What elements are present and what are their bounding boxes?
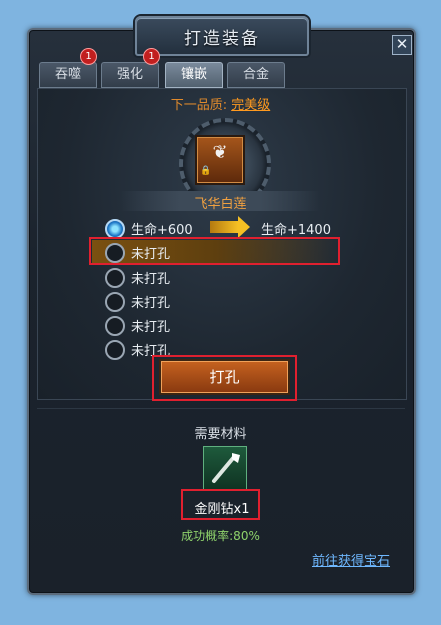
lock-icon: 🔒 xyxy=(200,166,212,176)
close-icon: ✕ xyxy=(395,35,409,53)
gem-slot-radio[interactable] xyxy=(105,268,125,288)
next-quality-value[interactable]: 完美级 xyxy=(231,98,270,113)
highlight-box xyxy=(89,237,340,265)
gem-slot-label: 未打孔 xyxy=(131,272,171,287)
gem-slot-stat: 生命+600 xyxy=(131,223,193,238)
gem-slot-radio[interactable] xyxy=(105,340,125,360)
close-button[interactable]: ✕ xyxy=(392,35,412,55)
tab-inlay[interactable]: 镶嵌 xyxy=(165,62,223,88)
success-rate: 成功概率:80% xyxy=(181,529,260,543)
materials-label: 需要材料 xyxy=(194,427,247,442)
gem-slot-radio[interactable] xyxy=(105,219,125,239)
window-title: 打造装备 xyxy=(184,29,260,49)
material-slot[interactable] xyxy=(203,446,247,490)
get-gems-link[interactable]: 前往获得宝石 xyxy=(312,550,390,569)
divider xyxy=(37,408,405,409)
diamond-drill-icon xyxy=(212,453,240,483)
next-quality: 下一品质: 完美级 xyxy=(0,94,441,113)
title-plate: 打造装备 xyxy=(135,16,309,56)
gem-slot-label: 未打孔 xyxy=(131,296,171,311)
equipment-slot[interactable]: ❦ 🔒 xyxy=(197,137,243,183)
item-name: 飞华白莲 xyxy=(194,197,247,212)
gem-slot-radio[interactable] xyxy=(105,316,125,336)
tab-devour[interactable]: 吞噬 xyxy=(39,62,97,88)
arrow-right-icon xyxy=(210,216,250,238)
gem-slot-label: 未打孔 xyxy=(131,320,171,335)
gem-slot-next-stat: 生命+1400 xyxy=(261,223,331,238)
tab-enhance[interactable]: 强化 xyxy=(101,62,159,88)
tab-badge: 1 xyxy=(80,48,97,65)
tab-alloy[interactable]: 合金 xyxy=(227,62,285,88)
gem-slot-radio[interactable] xyxy=(105,292,125,312)
highlight-box xyxy=(181,489,260,520)
next-quality-label: 下一品质: xyxy=(170,98,228,113)
tab-badge: 1 xyxy=(143,48,160,65)
highlight-box xyxy=(152,355,297,401)
